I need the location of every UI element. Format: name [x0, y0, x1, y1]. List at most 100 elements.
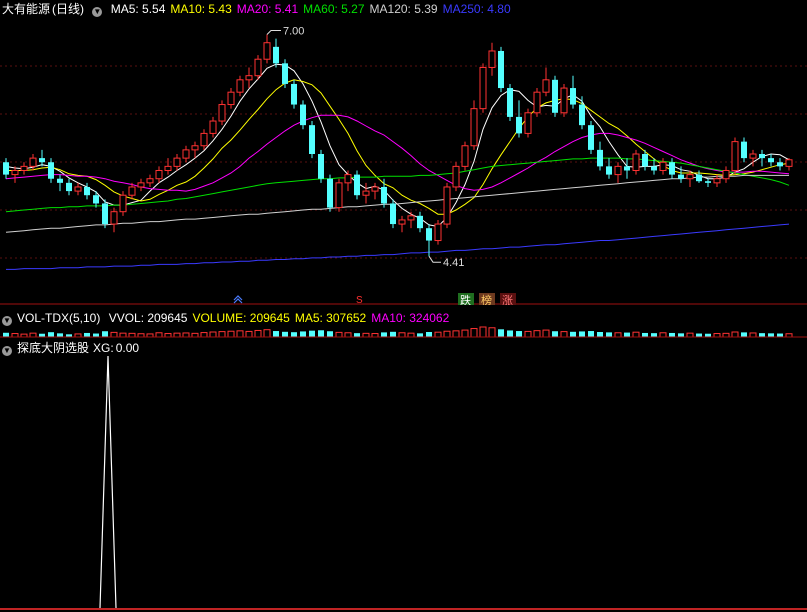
volume-bar	[498, 329, 504, 337]
candle	[705, 178, 711, 187]
candle-body	[417, 215, 423, 229]
candle	[461, 141, 469, 171]
candle	[20, 162, 28, 175]
candle	[273, 38, 279, 68]
candle	[309, 121, 315, 159]
volume-bar	[624, 332, 630, 337]
candle	[443, 182, 451, 229]
volume-bar	[354, 333, 360, 337]
candle-body	[137, 182, 145, 188]
candle-body	[218, 104, 226, 122]
candle-body	[686, 174, 694, 180]
candle-body	[624, 166, 630, 171]
volume-bar	[642, 332, 648, 337]
low-marker-label: 4.41	[443, 257, 464, 269]
candle-body	[713, 178, 721, 184]
buy-arrow-icon	[233, 295, 243, 304]
high-marker-arrow	[266, 29, 281, 35]
candle	[507, 83, 513, 122]
candle-body	[516, 116, 522, 134]
candle-body	[488, 50, 496, 68]
volume-bar	[606, 332, 612, 337]
candle	[597, 141, 603, 171]
candle-body	[84, 186, 90, 196]
candle-body	[614, 165, 622, 176]
volume-bar	[749, 332, 757, 338]
candle	[579, 96, 585, 130]
candle	[335, 178, 343, 212]
candle	[263, 34, 271, 64]
candle	[110, 207, 118, 233]
candle-body	[390, 203, 396, 225]
volume-bar	[327, 331, 333, 337]
candle-body	[588, 125, 594, 150]
volume-bar	[273, 331, 279, 337]
candle-body	[705, 181, 711, 183]
candle	[182, 145, 190, 163]
candle	[300, 100, 306, 130]
candle	[155, 166, 163, 183]
candle	[533, 88, 541, 117]
candle	[381, 178, 387, 208]
candle-body	[173, 157, 181, 167]
signal-chart	[0, 355, 807, 610]
volume-bar	[57, 333, 63, 337]
candle	[74, 182, 82, 196]
price-chart: 7.00 4.41 S 跌榜涨	[0, 25, 807, 305]
candle	[137, 178, 145, 192]
volume-bar	[182, 332, 190, 338]
candle-body	[507, 88, 513, 117]
volume-bar	[155, 332, 163, 338]
volume-bar	[588, 331, 594, 337]
candle-body	[741, 141, 747, 159]
candle-body	[57, 178, 63, 183]
candle	[498, 46, 504, 93]
volume-bar	[254, 329, 262, 338]
candle	[479, 63, 487, 113]
candle-body	[128, 186, 136, 196]
candle-body	[182, 149, 190, 159]
candle-body	[164, 165, 172, 171]
candle	[164, 158, 172, 175]
event-tag-label: 跌	[460, 293, 471, 305]
candle-body	[209, 120, 217, 134]
candle-body	[498, 50, 504, 89]
candle-body	[678, 174, 684, 179]
candle	[146, 174, 154, 187]
candle-body	[29, 157, 37, 167]
candle-body	[191, 145, 199, 151]
candle	[452, 162, 460, 192]
volume-bar	[542, 329, 550, 338]
candle-body	[434, 223, 442, 242]
candle-body	[768, 158, 774, 163]
candle-body	[354, 174, 360, 196]
candle-body	[282, 63, 288, 84]
candle	[722, 166, 730, 183]
ma-line-ma250	[6, 223, 790, 270]
volume-bar	[524, 330, 532, 338]
candle-body	[407, 215, 415, 221]
price-panel: 大有能源 (日线) ▼ MA5: 5.54 MA10: 5.43 MA20: 5.41…	[0, 0, 807, 305]
candle	[390, 199, 396, 229]
volume-bar	[110, 331, 118, 338]
volume-bar	[218, 331, 226, 338]
candle	[659, 158, 667, 175]
volume-bar	[461, 329, 469, 338]
candle	[3, 158, 9, 179]
candle	[570, 75, 576, 109]
candle-body	[785, 159, 793, 167]
event-tag-label: 涨	[502, 294, 513, 305]
candle	[542, 67, 550, 97]
candle	[606, 158, 612, 179]
candle-body	[273, 46, 279, 64]
candle	[102, 199, 108, 229]
volume-bar	[632, 331, 640, 338]
candle-body	[452, 165, 460, 188]
volume-bar	[579, 331, 585, 337]
volume-bar	[282, 331, 288, 337]
volume-bar	[191, 332, 199, 338]
candle	[327, 174, 333, 212]
candle-body	[632, 153, 640, 171]
candle	[173, 154, 181, 171]
candle-body	[318, 154, 324, 179]
